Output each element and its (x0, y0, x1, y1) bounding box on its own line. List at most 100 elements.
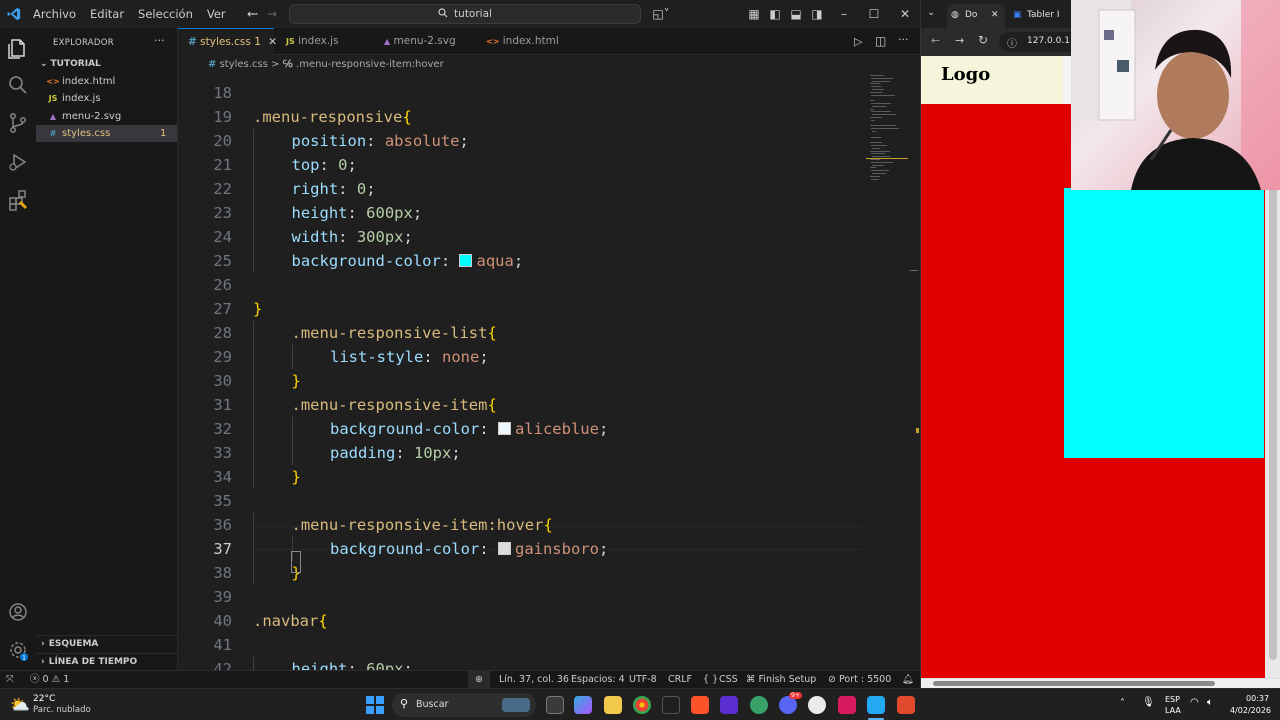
folder-tutorial[interactable]: ⌄ TUTORIAL (36, 56, 177, 73)
code-line[interactable]: 42 height: 60px; (178, 657, 868, 670)
browser-reload-icon[interactable]: ↻ (978, 33, 988, 47)
notifications-bell-icon[interactable]: 🔔︎ (902, 671, 914, 689)
task-view-icon[interactable] (546, 696, 564, 714)
run-icon[interactable]: ▷ (854, 35, 862, 48)
settings-gear-icon[interactable]: 1 (6, 638, 30, 662)
color-swatch-icon[interactable] (459, 254, 473, 267)
search-icon[interactable] (6, 73, 30, 97)
color-swatch-icon[interactable] (497, 422, 511, 435)
code-line[interactable]: 21 top: 0; (178, 153, 868, 177)
wifi-icon[interactable]: ◠ (1190, 697, 1199, 708)
file-styles-css[interactable]: # styles.css 1 (36, 125, 177, 142)
minimize-icon[interactable]: – (836, 6, 852, 22)
run-debug-icon[interactable] (6, 150, 30, 174)
code-line[interactable]: 29 list-style: none; (178, 345, 868, 369)
language-mode[interactable]: CSS (719, 671, 738, 689)
app-icon[interactable] (720, 696, 738, 714)
vscode-taskbar-icon[interactable] (867, 696, 885, 714)
code-line[interactable]: 37 background-color: gainsboro; (178, 537, 868, 561)
code-line[interactable]: 35 (178, 489, 868, 513)
copilot-icon[interactable]: ◱˅ (650, 6, 672, 22)
section-timeline[interactable]: › LÍNEA DE TIEMPO (36, 653, 177, 670)
forward-arrow-icon[interactable]: → (264, 6, 280, 22)
tab-index-html[interactable]: <> index.html (474, 28, 574, 55)
microphone-icon[interactable]: 🎙︎ (1142, 697, 1155, 708)
close-tab-icon[interactable]: ✕ (991, 4, 999, 26)
code-line[interactable]: 27} (178, 297, 868, 321)
layout-customize-icon[interactable]: ▦ (746, 6, 762, 22)
site-info-icon[interactable]: ⓘ (1007, 35, 1017, 50)
tab-menu-2-svg[interactable]: ▲ menu-2.svg (370, 28, 474, 55)
tab-index-js[interactable]: JS index.js (274, 28, 370, 55)
code-line[interactable]: 31 .menu-responsive-item{ (178, 393, 868, 417)
close-icon[interactable]: ✕ (897, 6, 913, 22)
end-of-line[interactable]: CRLF (668, 671, 692, 689)
file-explorer-icon[interactable] (604, 696, 622, 714)
code-line[interactable]: 20 position: absolute; (178, 129, 868, 153)
menu-editar[interactable]: Editar (83, 0, 131, 28)
code-line[interactable]: 41 (178, 633, 868, 657)
chatgpt-icon[interactable] (808, 696, 826, 714)
maximize-icon[interactable]: ☐ (866, 6, 882, 22)
cursor-position[interactable]: Lín. 37, col. 36 (499, 671, 569, 689)
browser-back-icon[interactable]: ← (931, 34, 940, 47)
show-hidden-icons-icon[interactable]: ˄ (1120, 698, 1125, 709)
source-control-icon[interactable] (6, 111, 30, 135)
start-windows-icon[interactable] (366, 696, 384, 714)
weather-cloud-icon[interactable]: ⛅ (10, 695, 30, 714)
menu-archivo[interactable]: Archivo (26, 0, 83, 28)
terminal-icon[interactable] (662, 696, 680, 714)
file-index-js[interactable]: JS index.js (36, 90, 177, 107)
toggle-sidebar-icon[interactable]: ◧ (767, 6, 783, 22)
code-line[interactable]: 30} (178, 369, 868, 393)
page-horizontal-scrollbar[interactable] (921, 678, 1280, 688)
code-line[interactable]: 34} (178, 465, 868, 489)
menu-ver[interactable]: Ver (200, 0, 233, 28)
code-editor[interactable]: 18 19 .menu-responsive{20 position: absolut… (178, 75, 920, 670)
discord-icon[interactable]: 9+ (779, 692, 802, 714)
toggle-secondary-sidebar-icon[interactable]: ◨ (809, 6, 825, 22)
code-line[interactable]: 28 .menu-responsive-list{ (178, 321, 868, 345)
app-icon[interactable] (897, 696, 915, 714)
browser-tab-tabler[interactable]: ▣ Tabler I (1009, 4, 1069, 28)
section-outline[interactable]: › ESQUEMA (36, 635, 177, 652)
menu-seleccion[interactable]: Selección (131, 0, 200, 28)
command-center-search[interactable]: tutorial (289, 4, 641, 24)
back-arrow-icon[interactable]: ← (244, 6, 260, 22)
tab-actions-icon[interactable]: ⌄ (927, 7, 935, 18)
encoding[interactable]: UTF-8 (629, 671, 657, 689)
code-line[interactable]: 38} (178, 561, 868, 585)
color-swatch-icon[interactable] (497, 542, 511, 555)
code-line[interactable]: 25 background-color: aqua; (178, 249, 868, 273)
weather-temperature[interactable]: 22°C (33, 694, 55, 704)
code-line[interactable]: 24 width: 300px; (178, 225, 868, 249)
taskbar-search-box[interactable]: ⚲ Buscar (392, 693, 536, 717)
clock-date[interactable]: 4/02/2026 (1230, 706, 1271, 715)
zoom-icon[interactable]: ⊕ (468, 671, 490, 689)
breadcrumb-symbol[interactable]: .menu-responsive-item:hover (296, 59, 444, 70)
code-line[interactable]: 22 right: 0; (178, 177, 868, 201)
code-line[interactable]: 39 (178, 585, 868, 609)
speaker-icon[interactable]: 🔈︎ (1207, 697, 1213, 708)
brave-icon[interactable] (691, 696, 709, 714)
copilot-icon[interactable] (574, 696, 592, 714)
live-server-port[interactable]: ⊘ Port : 5500 (828, 671, 891, 689)
weather-description[interactable]: Parc. nublado (33, 705, 91, 715)
toggle-panel-icon[interactable]: ⬓ (788, 6, 804, 22)
split-editor-icon[interactable]: ◫ (875, 34, 886, 48)
file-menu-2-svg[interactable]: ▲ menu-2.svg (36, 108, 177, 125)
code-line[interactable]: 26 (178, 273, 868, 297)
input-language[interactable]: ESP (1165, 695, 1180, 704)
minimap[interactable] (868, 75, 910, 195)
code-line[interactable]: 32 background-color: aliceblue; (178, 417, 868, 441)
chrome-icon[interactable] (633, 696, 651, 714)
problems-indicator[interactable]: ⓧ 0 ⚠ 1 (30, 671, 69, 689)
finish-setup-button[interactable]: ⌘ Finish Setup (746, 671, 816, 689)
extensions-icon[interactable] (6, 188, 30, 212)
input-layout[interactable]: LAA (1165, 706, 1181, 715)
browser-tab-active[interactable]: ◍ Do ✕ (947, 4, 1005, 28)
clock-time[interactable]: 00:37 (1246, 694, 1269, 703)
tab-styles-css[interactable]: # styles.css 1 ✕ (178, 28, 277, 55)
tiktok-icon[interactable] (838, 696, 856, 714)
indentation[interactable]: Espacios: 4 (571, 671, 625, 689)
